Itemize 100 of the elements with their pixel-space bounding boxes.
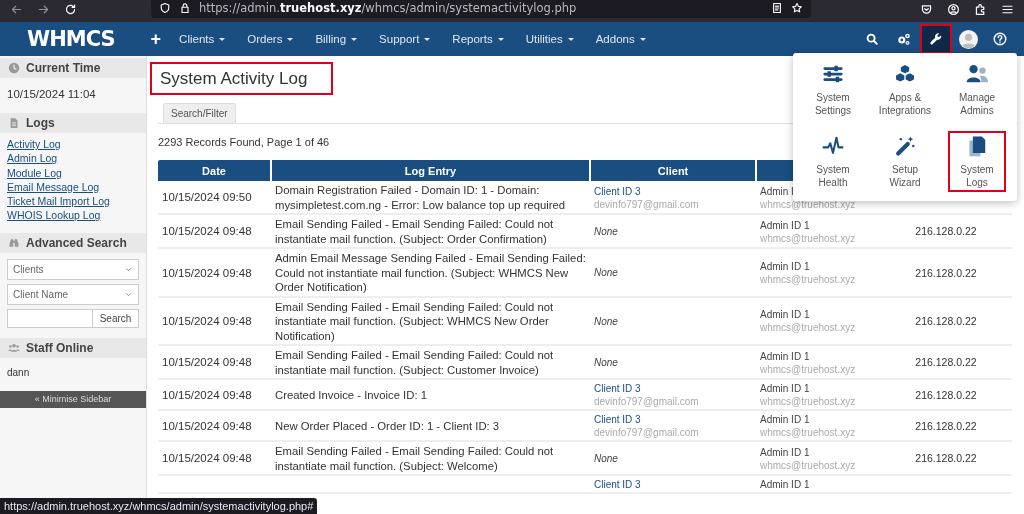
ip-address: 216.128.0.22 <box>915 266 977 279</box>
sliders-icon <box>822 63 844 85</box>
menu-item[interactable]: Manage Admins <box>948 59 1006 120</box>
gears-icon <box>897 32 911 46</box>
log-link[interactable]: WHOIS Lookup Log <box>7 208 101 223</box>
log-link[interactable]: Admin Log <box>7 151 58 166</box>
puzzle-icon[interactable] <box>974 3 987 16</box>
date-cell: 10/15/2024 09:50 <box>162 191 252 204</box>
star-icon[interactable] <box>791 2 803 14</box>
caret-icon <box>219 37 226 41</box>
client-email: devinfo797@gmail.com <box>594 426 699 439</box>
log-link[interactable]: Ticket Mail Import Log <box>7 194 110 209</box>
panel-title: Advanced Search <box>26 235 127 250</box>
admin-name: Admin ID 1 <box>760 382 810 395</box>
log-link[interactable]: Email Message Log <box>7 179 100 195</box>
log-entry-text: Email Sending Failed - Email Sending Failed: Could not instantiate mail function. (Subject: Order Confirmation) <box>275 218 554 245</box>
date-cell: 10/15/2024 09:48 <box>162 225 252 238</box>
admin-name: Admin I <box>760 184 794 198</box>
nav-menu[interactable]: Orders <box>247 33 294 45</box>
log-link[interactable]: Activity Log <box>7 137 61 152</box>
admin-email: whmcs@truehost.xyz <box>760 321 856 335</box>
user-avatar-icon <box>958 29 978 49</box>
client-link[interactable]: Client ID 3 <box>594 184 641 198</box>
link-url-tooltip: https://admin.truehost.xyz/whmcs/admin/systemactivitylog.php# <box>0 498 318 514</box>
nav-menu[interactable]: Addons <box>595 33 646 45</box>
help-icon <box>993 32 1007 46</box>
users-icon <box>8 341 20 354</box>
toolbar-wrench-button[interactable] <box>920 24 952 54</box>
dropdown-select[interactable]: Clients <box>7 258 139 280</box>
document-icon <box>8 117 20 129</box>
admin-name: Admin ID 1 <box>760 259 810 273</box>
client-link[interactable]: Client ID 3 <box>594 382 641 395</box>
panel-title: Current Time <box>26 61 101 75</box>
menu-item[interactable]: System Health <box>804 131 862 192</box>
caret-icon <box>639 37 646 41</box>
caret-icon <box>287 37 294 41</box>
wrench-icon <box>929 32 943 46</box>
caret-icon <box>497 37 504 41</box>
ip-address: 216.128.0.22 <box>915 315 977 327</box>
back-arrow-icon[interactable] <box>10 3 23 16</box>
records-summary: 2293 Records Found, Page 1 of 46 <box>158 136 330 148</box>
forward-arrow-icon[interactable] <box>37 3 50 16</box>
nav-menu[interactable]: Billing <box>315 33 358 45</box>
date-cell: 10/15/2024 09:48 <box>162 452 252 465</box>
admin-name: Admin ID 1 <box>760 445 810 459</box>
log-entry-text: Domain Registration Failed - Domain ID: 1 - Domain: mysimpletest.com.ng - Error: Low balance top up required <box>275 184 566 211</box>
date-cell: 10/15/2024 09:48 <box>162 315 252 327</box>
client-link[interactable]: Client ID 3 <box>594 478 641 491</box>
current-time: 10/15/2024 11:04 <box>7 87 97 102</box>
search-button[interactable]: Search <box>93 308 139 328</box>
clock-icon <box>8 62 20 74</box>
menu-item[interactable]: Setup Wizard <box>876 131 934 192</box>
column-header: Client <box>590 160 756 181</box>
admin-email: whmcs@truehost.xyz <box>760 362 856 376</box>
date-cell: 10/15/2024 09:48 <box>162 356 252 369</box>
documents-icon <box>966 135 988 157</box>
log-link[interactable]: Module Log <box>7 165 62 180</box>
admin-name: Admin ID 1 <box>760 478 810 491</box>
account-icon[interactable] <box>947 3 960 16</box>
dropdown-select[interactable]: Client Name <box>7 283 139 305</box>
log-entry-text: New Order Placed - Order ID: 1 - Client ID: 3 <box>275 419 500 432</box>
tab[interactable]: Search/Filter <box>163 103 236 123</box>
minimise-sidebar-button[interactable]: « Minimise Sidebar <box>0 390 146 408</box>
lock-icon <box>179 2 191 14</box>
address-bar[interactable]: https://admin.truehost.xyz/whmcs/admin/systemactivitylog.php <box>151 0 811 18</box>
menu-item[interactable]: Apps & Integrations <box>876 59 934 120</box>
nav-menu[interactable]: Support <box>379 33 431 45</box>
ip-address: 216.128.0.22 <box>915 452 977 465</box>
binoculars-icon <box>8 236 20 249</box>
ip-address: 216.128.0.22 <box>915 225 977 238</box>
menu-item[interactable]: System Logs <box>948 131 1006 192</box>
log-entry-text: Created Invoice - Invoice ID: 1 <box>275 388 427 401</box>
staff-name: dann <box>7 365 31 380</box>
no-client-text: None <box>594 315 618 327</box>
admin-email: whmcs@truehost.xyz <box>760 395 856 408</box>
menu-item[interactable]: System Settings <box>804 59 862 120</box>
menu-icon[interactable] <box>1001 3 1014 16</box>
admin-name: Admin ID 1 <box>760 218 810 232</box>
date-cell: 10/15/2024 09:48 <box>162 266 252 279</box>
add-button[interactable]: + <box>150 28 162 50</box>
admin-name: Admin ID 1 <box>760 349 810 363</box>
client-link[interactable]: Client ID 3 <box>594 413 641 426</box>
pocket-icon[interactable] <box>920 3 933 16</box>
search-input[interactable] <box>7 308 93 328</box>
nav-menu[interactable]: Utilities <box>525 33 574 45</box>
nav-menu[interactable]: Reports <box>452 33 504 45</box>
nav-menu[interactable]: Clients <box>179 33 226 45</box>
log-entry-text: Email Sending Failed - Email Sending Failed: Could not instantiate mail function. (Subject: Customer Invoice) <box>275 349 554 376</box>
ip-address: 216.128.0.22 <box>915 388 977 401</box>
no-client-text: None <box>594 267 618 278</box>
reload-icon[interactable] <box>64 3 77 16</box>
url-text: https://admin.truehost.xyz/whmcs/admin/systemactivitylog.php <box>199 0 577 17</box>
reader-view-icon[interactable] <box>771 2 783 14</box>
admin-name: Admin ID 1 <box>760 308 810 322</box>
caret-icon <box>567 37 574 41</box>
shield-icon[interactable] <box>159 2 171 14</box>
admin-email: whmcs@truehost.xyz <box>760 197 856 211</box>
admin-email: whmcs@truehost.xyz <box>760 231 856 245</box>
logo[interactable]: WHMCS <box>27 27 115 51</box>
date-cell: 10/15/2024 09:48 <box>162 419 252 432</box>
